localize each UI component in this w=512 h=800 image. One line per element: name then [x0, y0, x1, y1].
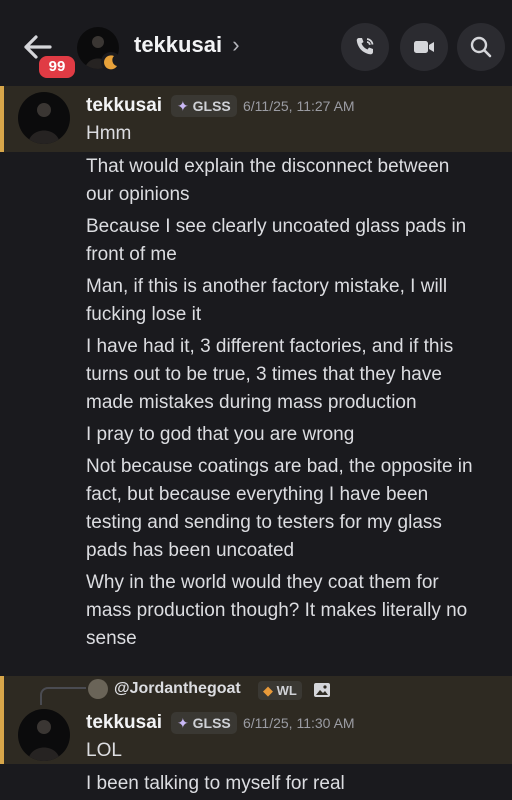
reply-username[interactable]: @Jordanthegoat: [114, 680, 241, 698]
idle-status-icon: [101, 52, 121, 72]
message-avatar[interactable]: [18, 709, 70, 761]
message-avatar[interactable]: [18, 92, 70, 144]
channel-name: tekkusai: [134, 32, 223, 57]
user-silhouette-icon: [28, 103, 60, 144]
reply-connector: [40, 687, 86, 705]
message-line: testing and sending to testers for my gl…: [86, 512, 442, 533]
chevron-right-icon: ›: [232, 32, 240, 57]
chat-header: 99 tekkusai ›: [0, 0, 512, 92]
message-line: Why in the world would they coat them fo…: [86, 572, 439, 593]
message-line: That would explain the disconnect betwee…: [86, 156, 450, 177]
message-line: our opinions: [86, 184, 190, 205]
guild-tag-label: GLSS: [192, 715, 231, 731]
fox-icon: ◆: [263, 683, 273, 698]
sparkle-icon: ✦: [177, 715, 189, 731]
message-line: Because I see clearly uncoated glass pad…: [86, 216, 467, 237]
message-line: mass production though? It makes literal…: [86, 600, 468, 621]
message-line: I been talking to myself for real: [86, 773, 345, 794]
search-icon: [470, 36, 492, 58]
message-line: Hmm: [86, 123, 132, 144]
guild-tag[interactable]: ✦ GLSS: [171, 712, 237, 734]
message-timestamp: 6/11/25, 11:30 AM: [243, 715, 355, 731]
message-author[interactable]: tekkusai: [86, 95, 162, 117]
message-line: pads has been uncoated: [86, 540, 295, 561]
message-line: Not because coatings are bad, the opposi…: [86, 456, 473, 477]
user-silhouette-icon: [28, 720, 60, 761]
message-line: Man, if this is another factory mistake,…: [86, 276, 448, 297]
reply-avatar[interactable]: [88, 679, 108, 699]
message-line: I have had it, 3 different factories, an…: [86, 336, 454, 357]
message-line: fact, but because everything I have been: [86, 484, 429, 505]
message-timestamp: 6/11/25, 11:27 AM: [243, 98, 355, 114]
call-button[interactable]: [341, 23, 389, 71]
message-author[interactable]: tekkusai: [86, 712, 162, 734]
reply-guild-tag[interactable]: ◆ WL: [258, 681, 302, 700]
message-line: made mistakes during mass production: [86, 392, 417, 413]
message-line: fucking lose it: [86, 304, 202, 325]
guild-tag[interactable]: ✦ GLSS: [171, 95, 237, 117]
message-line: I pray to god that you are wrong: [86, 424, 355, 445]
sparkle-icon: ✦: [177, 98, 189, 114]
message-line: turns out to be true, 3 times that they …: [86, 364, 442, 385]
search-button[interactable]: [457, 23, 505, 71]
mention-highlight-bar: [0, 86, 4, 152]
unread-badge: 99: [36, 53, 78, 81]
mention-highlight-bar: [0, 676, 4, 764]
message-line: sense: [86, 628, 137, 649]
image-icon: [313, 681, 331, 704]
reply-guild-tag-label: WL: [276, 683, 297, 698]
video-camera-icon: [414, 41, 434, 53]
video-call-button[interactable]: [400, 23, 448, 71]
guild-tag-label: GLSS: [192, 98, 231, 114]
channel-title[interactable]: tekkusai ›: [134, 32, 240, 58]
message-line: front of me: [86, 244, 177, 265]
message-line: LOL: [86, 740, 122, 761]
phone-icon: [356, 38, 374, 55]
